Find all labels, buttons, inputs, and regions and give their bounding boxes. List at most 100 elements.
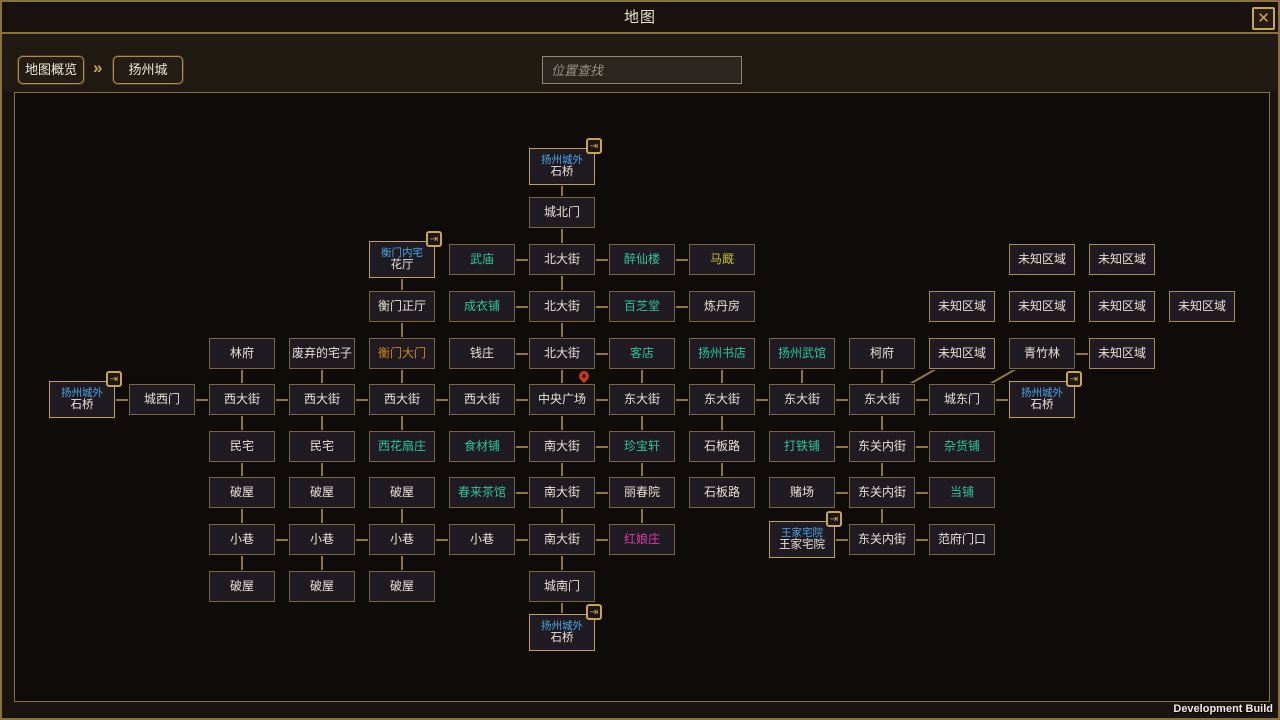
map-node[interactable]: 东大街 (689, 384, 755, 415)
map-node[interactable]: 西大街 (449, 384, 515, 415)
map-node[interactable]: 醉仙楼 (609, 244, 675, 275)
map-node[interactable]: 破屋 (209, 477, 275, 508)
map-node[interactable]: 南大街 (529, 431, 595, 462)
map-node[interactable]: 林府 (209, 338, 275, 369)
map-node[interactable]: 南大街 (529, 524, 595, 555)
map-node[interactable]: 小巷 (289, 524, 355, 555)
map-node[interactable]: 红娘庄 (609, 524, 675, 555)
map-node[interactable]: 城南门 (529, 571, 595, 602)
map-node[interactable]: 衡门正厅 (369, 291, 435, 322)
map-node-unknown[interactable]: 未知区域 (1089, 244, 1155, 275)
map-node[interactable]: 炼丹房 (689, 291, 755, 322)
map-node-unknown[interactable]: 未知区域 (929, 291, 995, 322)
map-node[interactable]: 扬州城外石桥⇥ (49, 381, 115, 418)
map-node[interactable]: 民宅 (289, 431, 355, 462)
map-node[interactable]: 城东门 (929, 384, 995, 415)
map-node[interactable]: 破屋 (289, 571, 355, 602)
map-node[interactable]: 东大街 (609, 384, 675, 415)
map-node[interactable]: 北大街 (529, 244, 595, 275)
map-node[interactable]: 柯府 (849, 338, 915, 369)
map-node[interactable]: 城西门 (129, 384, 195, 415)
node-label: 马厩 (710, 253, 734, 267)
map-node[interactable]: 武庙 (449, 244, 515, 275)
breadcrumb-map-overview[interactable]: 地图概览 (18, 56, 84, 84)
map-node[interactable]: 赌场 (769, 477, 835, 508)
map-node[interactable]: 南大街 (529, 477, 595, 508)
map-node[interactable]: 小巷 (449, 524, 515, 555)
node-label: 成衣铺 (464, 300, 500, 314)
map-node[interactable]: 废弃的宅子 (289, 338, 355, 369)
map-node[interactable]: 石板路 (689, 477, 755, 508)
map-node[interactable]: 春来茶馆 (449, 477, 515, 508)
map-node[interactable]: 破屋 (209, 571, 275, 602)
map-node[interactable]: 小巷 (209, 524, 275, 555)
node-label: 未知区域 (938, 347, 986, 361)
map-node-unknown[interactable]: 未知区域 (929, 338, 995, 369)
map-node[interactable]: 客店 (609, 338, 675, 369)
map-node[interactable]: 扬州书店 (689, 338, 755, 369)
map-node[interactable]: 破屋 (289, 477, 355, 508)
map-node[interactable]: 打铁铺 (769, 431, 835, 462)
map-node-unknown[interactable]: 未知区域 (1009, 291, 1075, 322)
map-node[interactable]: 西大街 (289, 384, 355, 415)
map-node[interactable]: 钱庄 (449, 338, 515, 369)
map-node[interactable]: 衡门大门 (369, 338, 435, 369)
map-node[interactable]: 当铺 (929, 477, 995, 508)
map-node[interactable]: 东大街 (769, 384, 835, 415)
node-label: 未知区域 (1018, 253, 1066, 267)
map-node[interactable]: 小巷 (369, 524, 435, 555)
node-label: 石桥 (551, 166, 574, 179)
map-node[interactable]: 珍宝轩 (609, 431, 675, 462)
map-node[interactable]: 扬州城外石桥⇥ (529, 614, 595, 651)
map-node[interactable]: 食材铺 (449, 431, 515, 462)
map-node[interactable]: 西大街 (369, 384, 435, 415)
map-node[interactable]: 民宅 (209, 431, 275, 462)
node-label: 小巷 (470, 533, 494, 547)
map-node[interactable]: 范府门口 (929, 524, 995, 555)
node-label: 客店 (630, 347, 654, 361)
location-search-input[interactable] (542, 56, 742, 84)
map-node[interactable]: 西大街 (209, 384, 275, 415)
node-label: 百芝堂 (624, 300, 660, 314)
title-bar: 地图 (2, 2, 1278, 34)
node-label: 破屋 (390, 580, 414, 594)
map-node[interactable]: 城北门 (529, 197, 595, 228)
map-node[interactable]: 成衣铺 (449, 291, 515, 322)
map-node[interactable]: 扬州武馆 (769, 338, 835, 369)
node-label: 林府 (230, 347, 254, 361)
map-node[interactable]: 东关内街 (849, 477, 915, 508)
map-node[interactable]: 破屋 (369, 571, 435, 602)
map-node[interactable]: 北大街 (529, 338, 595, 369)
map-node[interactable]: 石板路 (689, 431, 755, 462)
portal-exit-icon: ⇥ (586, 604, 602, 620)
map-node[interactable]: 西花扇庄 (369, 431, 435, 462)
node-label: 西大街 (384, 393, 420, 407)
map-node[interactable]: 东大街 (849, 384, 915, 415)
map-node[interactable]: 青竹林 (1009, 338, 1075, 369)
map-node[interactable]: 中央广场 (529, 384, 595, 415)
map-node[interactable]: 马厩 (689, 244, 755, 275)
map-node-unknown[interactable]: 未知区域 (1009, 244, 1075, 275)
close-button[interactable]: ✕ (1252, 7, 1275, 30)
map-node[interactable]: 衡门内宅花厅⇥ (369, 241, 435, 278)
map-node[interactable]: 丽春院 (609, 477, 675, 508)
node-label: 未知区域 (1098, 347, 1146, 361)
breadcrumb-separator-icon: » (93, 58, 102, 78)
map-node[interactable]: 百芝堂 (609, 291, 675, 322)
map-node[interactable]: 东关内街 (849, 431, 915, 462)
map-node[interactable]: 王家宅院王家宅院⇥ (769, 521, 835, 558)
map-node[interactable]: 扬州城外石桥⇥ (1009, 381, 1075, 418)
node-label: 南大街 (544, 486, 580, 500)
node-label: 衡门正厅 (378, 300, 426, 314)
breadcrumb-yangzhou-city[interactable]: 扬州城 (113, 56, 183, 84)
map-node-unknown[interactable]: 未知区域 (1089, 338, 1155, 369)
map-node[interactable]: 扬州城外石桥⇥ (529, 148, 595, 185)
map-node[interactable]: 北大街 (529, 291, 595, 322)
map-node[interactable]: 破屋 (369, 477, 435, 508)
node-label: 春来茶馆 (458, 486, 506, 500)
map-node[interactable]: 杂货铺 (929, 431, 995, 462)
map-node-unknown[interactable]: 未知区域 (1089, 291, 1155, 322)
map-node-unknown[interactable]: 未知区域 (1169, 291, 1235, 322)
map-node[interactable]: 东关内街 (849, 524, 915, 555)
node-label: 青竹林 (1024, 347, 1060, 361)
